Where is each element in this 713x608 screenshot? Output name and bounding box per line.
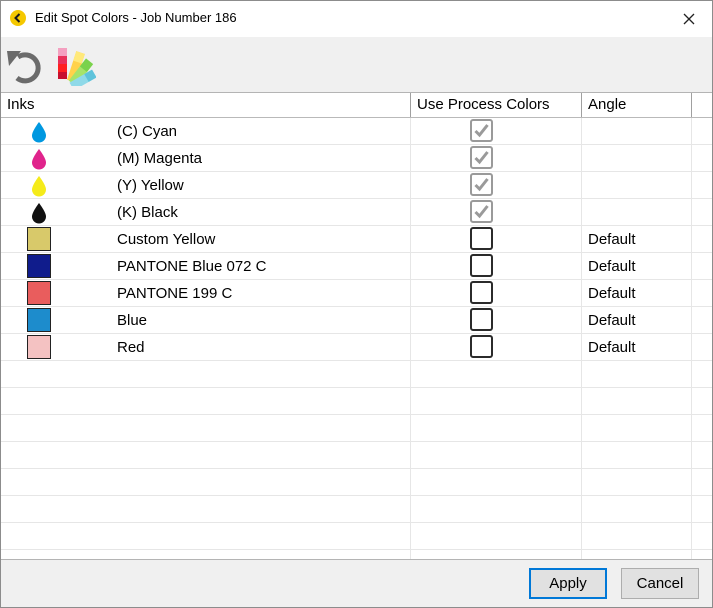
ink-name: (M) Magenta [117, 150, 203, 167]
empty-row [1, 361, 712, 388]
close-icon [683, 13, 695, 25]
grid-header: Inks Use Process Colors Angle [1, 93, 712, 118]
ink-row[interactable]: Red Default [1, 334, 712, 361]
ink-color-swatch [27, 308, 51, 332]
column-header-angle[interactable]: Angle [582, 93, 692, 117]
column-header-filler [692, 93, 712, 117]
ink-drop-icon [32, 176, 46, 197]
ink-name: PANTONE Blue 072 C [117, 258, 267, 275]
ink-row[interactable]: (K) Black [1, 199, 712, 226]
column-header-use-process-colors[interactable]: Use Process Colors [411, 93, 582, 117]
ink-angle[interactable]: Default [588, 280, 636, 307]
ink-color-swatch [27, 227, 51, 251]
inks-grid: Inks Use Process Colors Angle (C) Cyan (M… [1, 92, 712, 560]
use-process-colors-checkbox[interactable] [470, 254, 493, 277]
ink-angle[interactable]: Default [588, 334, 636, 361]
ink-row[interactable]: (Y) Yellow [1, 172, 712, 199]
ink-name: PANTONE 199 C [117, 285, 233, 302]
checkmark-icon [474, 178, 489, 192]
empty-row [1, 523, 712, 550]
use-process-colors-checkbox[interactable] [470, 335, 493, 358]
use-process-colors-checkbox [470, 146, 493, 169]
ink-row[interactable]: PANTONE 199 C Default [1, 280, 712, 307]
ink-name: (K) Black [117, 204, 178, 221]
ink-row[interactable]: (C) Cyan [1, 118, 712, 145]
cancel-button[interactable]: Cancel [621, 568, 699, 599]
checkmark-icon [474, 124, 489, 138]
ink-name: Blue [117, 312, 148, 329]
empty-row [1, 496, 712, 523]
undo-icon [7, 51, 41, 84]
window-title: Edit Spot Colors - Job Number 186 [35, 10, 237, 25]
edit-spot-colors-dialog: Edit Spot Colors - Job Number 186 Inks U… [0, 0, 713, 608]
empty-row [1, 469, 712, 496]
empty-row [1, 388, 712, 415]
ink-name: (C) Cyan [117, 123, 178, 140]
close-button[interactable] [666, 1, 712, 37]
ink-row[interactable]: (M) Magenta [1, 145, 712, 172]
ink-row[interactable]: Blue Default [1, 307, 712, 334]
spot-color-palette-button[interactable] [56, 46, 97, 91]
ink-row[interactable]: PANTONE Blue 072 C Default [1, 253, 712, 280]
title-bar: Edit Spot Colors - Job Number 186 [1, 1, 712, 37]
ink-name: Custom Yellow [117, 231, 216, 248]
apply-button[interactable]: Apply [529, 568, 607, 599]
use-process-colors-checkbox[interactable] [470, 308, 493, 331]
ink-angle[interactable]: Default [588, 226, 636, 253]
ink-name: Red [117, 339, 145, 356]
ink-color-swatch [27, 335, 51, 359]
ink-color-swatch [27, 281, 51, 305]
app-logo-icon [10, 10, 26, 26]
checkmark-icon [474, 151, 489, 165]
use-process-colors-checkbox [470, 119, 493, 142]
use-process-colors-checkbox [470, 200, 493, 223]
ink-name: (Y) Yellow [117, 177, 184, 194]
grid-rows: (C) Cyan (M) Magenta (Y) Yellow (K) Black Cu… [1, 118, 712, 550]
empty-row [1, 415, 712, 442]
ink-drop-icon [32, 149, 46, 170]
ink-angle[interactable]: Default [588, 307, 636, 334]
column-header-inks[interactable]: Inks [1, 93, 411, 117]
use-process-colors-checkbox[interactable] [470, 227, 493, 250]
toolbar [1, 38, 712, 91]
ink-drop-icon [32, 203, 46, 224]
undo-button[interactable] [4, 46, 44, 86]
checkmark-icon [474, 205, 489, 219]
use-process-colors-checkbox[interactable] [470, 281, 493, 304]
use-process-colors-checkbox [470, 173, 493, 196]
ink-row[interactable]: Custom Yellow Default [1, 226, 712, 253]
empty-row [1, 442, 712, 469]
ink-drop-icon [32, 122, 46, 143]
ink-color-swatch [27, 254, 51, 278]
ink-angle[interactable]: Default [588, 253, 636, 280]
color-palette-icon [58, 48, 97, 91]
